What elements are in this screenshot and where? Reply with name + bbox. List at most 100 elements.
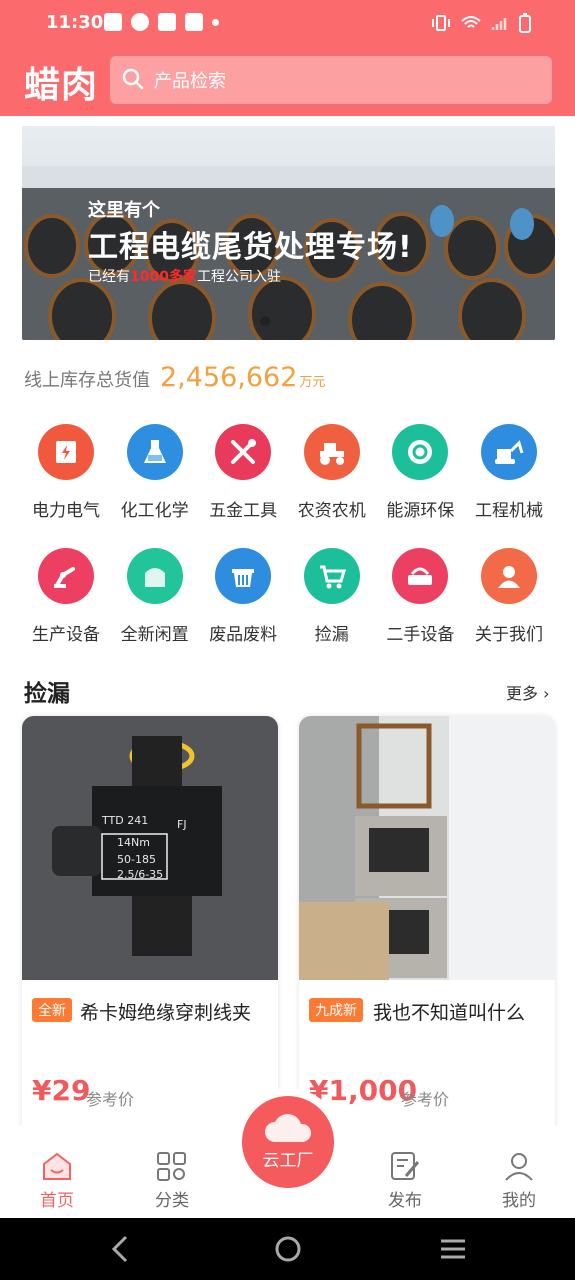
svg-text:50-185: 50-185 <box>117 853 156 866</box>
edit-icon <box>391 1152 420 1180</box>
price-reference-label: 参考价 <box>86 1090 135 1109</box>
tab-home-label: 首页 <box>40 1191 74 1211</box>
price-reference-label: 参考价 <box>401 1090 450 1109</box>
flask-icon <box>126 424 183 480</box>
svg-text:TTD 241: TTD 241 <box>101 814 148 827</box>
category-machinery[interactable]: 工程机械 <box>465 424 553 521</box>
category-used[interactable]: 二手设备 <box>376 548 464 645</box>
product-image: TTD 241 FJ 14Nm 50-185 2.5/6-35 <box>22 716 278 980</box>
mail-icon <box>185 13 203 31</box>
category-label: 能源环保 <box>386 501 455 521</box>
category-new-idle[interactable]: 全新闲置 <box>111 548 199 645</box>
category-grid-icon <box>157 1152 186 1181</box>
category-chemical[interactable]: 化工化学 <box>111 424 199 521</box>
banner-indicator[interactable] <box>260 316 270 326</box>
app-logo: 蜡肉 <box>24 65 99 106</box>
tab-home[interactable]: 首页 <box>17 1150 97 1211</box>
product-card[interactable]: 九成新 我也不知道叫什么 ¥1,000 参考价 <box>299 716 555 1126</box>
system-icons <box>431 13 531 33</box>
people-icon <box>480 548 537 604</box>
tractor-icon <box>303 424 360 480</box>
device-icon <box>392 548 449 604</box>
category-label: 废品废料 <box>209 625 278 645</box>
back-icon[interactable] <box>102 1232 142 1266</box>
banner-subline-prefix: 已经有 <box>88 269 130 285</box>
tab-publish[interactable]: 发布 <box>365 1150 445 1211</box>
banner-subline: 已经有1000多家工程公司入驻 <box>88 266 413 286</box>
signal-icon <box>491 18 507 30</box>
home-icon <box>43 1152 71 1180</box>
banner-line1: 这里有个 <box>88 200 160 221</box>
wifi-icon <box>461 16 481 28</box>
search-bar[interactable] <box>110 56 552 106</box>
category-production[interactable]: 生产设备 <box>22 548 110 645</box>
category-about[interactable]: 关于我们 <box>465 548 553 645</box>
category-hardware[interactable]: 五金工具 <box>199 424 287 521</box>
category-label: 五金工具 <box>209 501 278 521</box>
category-label: 工程机械 <box>474 501 543 521</box>
tab-publish-label: 发布 <box>388 1191 422 1211</box>
mail-icon <box>158 13 176 31</box>
section-title: 捡漏 <box>24 681 70 707</box>
tab-category[interactable]: 分类 <box>132 1150 212 1211</box>
main-content: 这里有个 工程电缆尾货处理专场! 已经有1000多家工程公司入驻 线上库存总货值… <box>0 116 575 1126</box>
stock-number: 2,456,662 <box>160 362 298 393</box>
category-energy[interactable]: 能源环保 <box>376 424 464 521</box>
stock-value: 线上库存总货值 2,456,662 万元 <box>24 362 325 393</box>
product-card[interactable]: TTD 241 FJ 14Nm 50-185 2.5/6-35 全新 希卡姆绝缘穿刺线夹… <box>22 716 278 1126</box>
excavator-icon <box>480 424 537 480</box>
category-agriculture[interactable]: 农资农机 <box>288 424 376 521</box>
battery-icon <box>519 13 531 33</box>
tab-mine[interactable]: 我的 <box>479 1150 559 1211</box>
banner-headline: 工程电缆尾货处理专场! <box>88 230 413 265</box>
search-input[interactable] <box>152 56 536 106</box>
category-label: 电力电气 <box>32 501 100 521</box>
search-icon <box>122 68 144 90</box>
category-label: 关于我们 <box>474 625 543 645</box>
vibrate-icon <box>432 15 450 31</box>
banner-text: 这里有个 工程电缆尾货处理专场! 已经有1000多家工程公司入驻 <box>88 196 413 286</box>
condition-badge: 九成新 <box>309 998 363 1022</box>
svg-text:FJ: FJ <box>177 818 187 831</box>
category-row: 生产设备 全新闲置 废品废料 捡漏 二手设备 关于我们 <box>0 548 575 645</box>
status-time: 11:30 <box>46 12 104 33</box>
more-link[interactable]: 更多 › <box>506 680 550 704</box>
banner-subline-highlight: 1000多家 <box>130 269 197 285</box>
status-bar: 11:30 <box>0 0 575 46</box>
product-title: 希卡姆绝缘穿刺线夹 <box>80 1002 252 1024</box>
stock-label: 线上库存总货值 <box>24 370 150 391</box>
more-label: 更多 <box>506 684 539 703</box>
app-icon <box>131 13 149 31</box>
cloud-factory-button[interactable]: 云工厂 <box>242 1096 334 1188</box>
category-bargain[interactable]: 捡漏 <box>288 548 376 645</box>
tab-category-label: 分类 <box>155 1191 189 1211</box>
product-image <box>299 716 555 980</box>
tab-mine-label: 我的 <box>502 1191 536 1211</box>
product-price: ¥29 <box>32 1074 91 1107</box>
chevron-right-icon: › <box>538 684 550 703</box>
svg-text:14Nm: 14Nm <box>117 836 150 849</box>
system-nav-bar <box>0 1218 575 1280</box>
category-row: 电力电气 化工化学 五金工具 农资农机 能源环保 工程机械 <box>0 424 575 521</box>
home-circle-icon[interactable] <box>268 1232 308 1266</box>
power-icon <box>38 424 94 480</box>
banner-subline-suffix: 工程公司入驻 <box>196 269 281 285</box>
menu-icon[interactable] <box>433 1232 473 1266</box>
app-header: 蜡肉 <box>0 46 575 116</box>
box-icon <box>126 548 183 604</box>
category-label: 农资农机 <box>297 501 366 521</box>
recycle-icon <box>392 424 449 480</box>
promo-banner[interactable]: 这里有个 工程电缆尾货处理专场! 已经有1000多家工程公司入驻 <box>22 126 555 340</box>
user-icon <box>505 1153 533 1181</box>
category-label: 捡漏 <box>314 625 349 645</box>
category-label: 全新闲置 <box>120 625 189 645</box>
alert-icon <box>104 13 122 31</box>
stock-unit: 万元 <box>299 375 326 390</box>
category-label: 化工化学 <box>120 501 189 521</box>
cloud-factory-label: 云工厂 <box>262 1150 314 1171</box>
category-scrap[interactable]: 废品废料 <box>199 548 287 645</box>
category-label: 二手设备 <box>386 625 455 645</box>
svg-text:2.5/6-35: 2.5/6-35 <box>117 868 163 881</box>
tools-icon <box>215 424 272 480</box>
category-power[interactable]: 电力电气 <box>22 424 110 521</box>
